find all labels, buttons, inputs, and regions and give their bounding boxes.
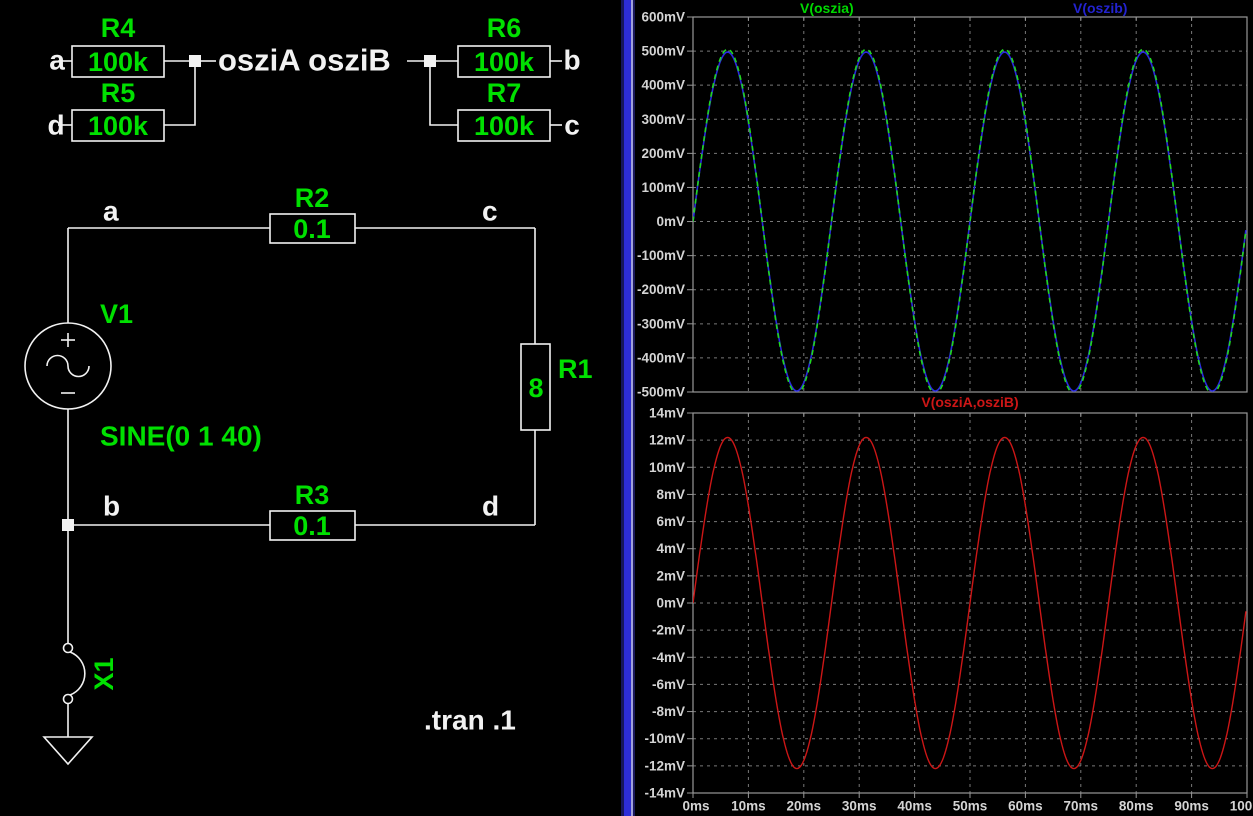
net-label-b[interactable]: b — [563, 45, 580, 76]
v1-name[interactable]: V1 — [100, 299, 133, 329]
y-axis-label: 2mV — [656, 568, 685, 583]
splitter-stripe — [621, 0, 624, 816]
resistor-r2[interactable]: R2 0.1 — [270, 183, 355, 244]
resistor-r1[interactable]: 8 R1 — [521, 344, 593, 430]
y-axis-label: 600mV — [641, 10, 685, 25]
component-x1[interactable]: X1 — [64, 644, 120, 704]
r1-value[interactable]: 8 — [528, 373, 543, 403]
net-label-a-loop[interactable]: a — [103, 196, 119, 227]
resistor-r5[interactable]: R5 100k — [58, 78, 164, 141]
splitter-stripe — [633, 0, 635, 816]
schematic-canvas[interactable]: R4 100k a R5 100k d osziA osziB R6 100k … — [0, 0, 620, 816]
r1-name[interactable]: R1 — [558, 354, 593, 384]
x-axis-label: 90ms — [1174, 799, 1209, 814]
y-axis-label: -500mV — [637, 385, 685, 400]
x-axis-label: 20ms — [787, 799, 822, 814]
splitter-stripe — [631, 0, 633, 816]
y-axis-label: 0mV — [656, 214, 685, 229]
r6-value[interactable]: 100k — [474, 47, 535, 77]
y-axis-label: 10mV — [649, 460, 685, 475]
r2-value[interactable]: 0.1 — [293, 214, 331, 244]
net-label-d[interactable]: d — [47, 110, 64, 141]
y-axis-label: -4mV — [652, 650, 685, 665]
schematic-panel: R4 100k a R5 100k d osziA osziB R6 100k … — [0, 0, 620, 816]
y-axis-label: -2mV — [652, 623, 685, 638]
y-axis-label: 300mV — [641, 112, 685, 127]
y-axis-label: -6mV — [652, 677, 685, 692]
axis-label-layer: 600mV 500mV 400mV 300mV 200mV 100mV 0mV -100mV -… — [637, 10, 1253, 814]
net-label-b-loop[interactable]: b — [103, 491, 120, 522]
y-axis-label: -300mV — [637, 316, 685, 331]
x-axis-label: 80ms — [1119, 799, 1154, 814]
x-axis-label: 0ms — [682, 799, 709, 814]
x-axis-label: 100m — [1230, 799, 1253, 814]
x-axis-label: 50ms — [953, 799, 988, 814]
y-axis-label: -12mV — [644, 758, 685, 773]
r5-name[interactable]: R5 — [101, 78, 136, 108]
pane2-title-vosziab[interactable]: V(osziA,osziB) — [921, 394, 1018, 410]
window-splitter[interactable] — [621, 0, 635, 816]
y-axis-label: -400mV — [637, 350, 685, 365]
junction-node[interactable] — [424, 55, 436, 67]
r3-value[interactable]: 0.1 — [293, 511, 331, 541]
r3-name[interactable]: R3 — [295, 480, 330, 510]
waveform-panel: 600mV 500mV 400mV 300mV 200mV 100mV 0mV -100mV -… — [620, 0, 1253, 816]
x-axis-label: 60ms — [1008, 799, 1043, 814]
x1-top-terminal[interactable] — [64, 644, 73, 653]
x-axis-label: 10ms — [731, 799, 766, 814]
splitter-stripe — [624, 0, 631, 816]
ground-icon[interactable] — [44, 737, 92, 764]
pane1-legend-voszia[interactable]: V(oszia) — [800, 0, 854, 16]
y-axis-label: 400mV — [641, 78, 685, 93]
pane1-legend-voszib[interactable]: V(oszib) — [1073, 0, 1127, 16]
net-label-c-loop[interactable]: c — [482, 196, 498, 227]
x1-bottom-terminal[interactable] — [64, 695, 73, 704]
y-axis-label: 200mV — [641, 146, 685, 161]
sine-symbol-icon — [47, 356, 89, 377]
x1-body[interactable] — [70, 652, 85, 695]
r6-name[interactable]: R6 — [487, 13, 522, 43]
x1-name[interactable]: X1 — [89, 657, 119, 690]
y-axis-label: 100mV — [641, 180, 685, 195]
junction-node[interactable] — [62, 519, 74, 531]
y-axis-label: -200mV — [637, 282, 685, 297]
voltage-source-v1[interactable]: V1 SINE(0 1 40) — [25, 299, 262, 452]
wire[interactable] — [430, 67, 458, 125]
junction-label-oszia-oszib[interactable]: osziA osziB — [218, 43, 391, 78]
net-label-c[interactable]: c — [564, 110, 580, 141]
x-axis-label: 40ms — [897, 799, 932, 814]
wire[interactable] — [164, 67, 195, 125]
y-axis-label: 8mV — [656, 487, 685, 502]
y-axis-label: -14mV — [644, 786, 685, 801]
r7-name[interactable]: R7 — [487, 78, 522, 108]
junction-node[interactable] — [189, 55, 201, 67]
resistor-r4[interactable]: R4 100k — [58, 13, 164, 77]
y-axis-label: -8mV — [652, 704, 685, 719]
r4-name[interactable]: R4 — [101, 13, 136, 43]
plus-icon — [61, 333, 75, 347]
resistor-r7[interactable]: R7 100k — [458, 78, 562, 141]
x-axis-label: 30ms — [842, 799, 877, 814]
waveform-canvas[interactable]: 600mV 500mV 400mV 300mV 200mV 100mV 0mV -100mV -… — [620, 0, 1253, 816]
spice-directive[interactable]: .tran .1 — [424, 705, 516, 736]
r7-value[interactable]: 100k — [474, 111, 535, 141]
net-label-a[interactable]: a — [49, 45, 65, 76]
y-axis-label: 500mV — [641, 44, 685, 59]
y-axis-label: 6mV — [656, 514, 685, 529]
v1-model[interactable]: SINE(0 1 40) — [100, 421, 262, 452]
y-axis-label: -100mV — [637, 248, 685, 263]
r4-value[interactable]: 100k — [88, 47, 149, 77]
r5-value[interactable]: 100k — [88, 111, 149, 141]
y-axis-label: -10mV — [644, 731, 685, 746]
resistor-r6[interactable]: R6 100k — [458, 13, 562, 77]
net-label-d-loop[interactable]: d — [482, 491, 499, 522]
y-axis-label: 0mV — [656, 596, 685, 611]
r2-name[interactable]: R2 — [295, 183, 330, 213]
y-axis-label: 14mV — [649, 406, 685, 421]
x-axis-label: 70ms — [1064, 799, 1099, 814]
y-axis-label: 4mV — [656, 541, 685, 556]
y-axis-label: 12mV — [649, 433, 685, 448]
resistor-r3[interactable]: R3 0.1 — [270, 480, 355, 541]
